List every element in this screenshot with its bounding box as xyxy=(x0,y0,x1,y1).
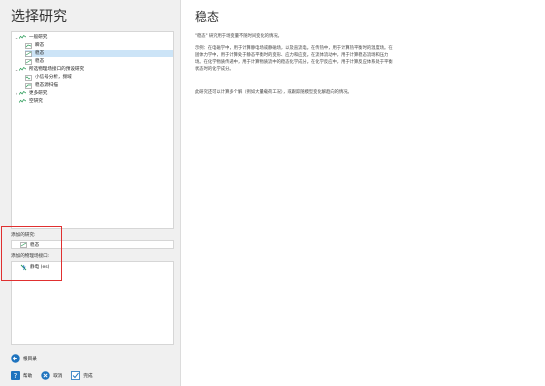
tree-node-label: 更多研究 xyxy=(29,91,48,96)
root-nav-label: 根目录 xyxy=(23,356,37,362)
description-paragraph-1: "稳态" 研究用于场变量不随时间变化的情况。 xyxy=(195,34,282,39)
tree-node-more-studies[interactable]: › 更多研究 xyxy=(14,90,173,97)
added-studies-label: 添加的研究: xyxy=(11,233,36,238)
done-button[interactable]: 完成 xyxy=(71,371,93,380)
done-label: 完成 xyxy=(83,373,93,379)
tree-node-label: 稳态 xyxy=(35,51,45,56)
tree-node-label: 小信号分析，频域 xyxy=(35,75,72,80)
study-group-icon xyxy=(19,67,26,72)
select-study-title: 选择研究 xyxy=(11,9,67,25)
stationary-icon xyxy=(25,58,32,65)
tree-node-time-dependent[interactable]: 瞬态 xyxy=(25,42,173,49)
study-group-icon xyxy=(19,91,26,96)
added-physics-label: 添加的物理场接口: xyxy=(11,254,50,259)
tree-node-label: 所选物理场接口的预设研究 xyxy=(29,67,85,72)
study-tree[interactable]: ⌄ 一般研究 瞬态 稳态 稳态 ⌄ 所选物理场接口的预设研究 小信号分析，频域 … xyxy=(11,31,174,229)
added-physics-item[interactable]: 静电 (es) xyxy=(20,264,49,270)
time-dependent-icon xyxy=(25,42,32,49)
electrostatics-icon xyxy=(20,264,27,270)
tree-node-preset-studies[interactable]: ⌄ 所选物理场接口的预设研究 xyxy=(14,66,173,73)
checkmark-icon xyxy=(71,371,81,380)
description-paragraph-2: 示例：在电磁学中，用于计算静电场或静磁场，以及直流电。在传热中，用于计算热平衡时… xyxy=(195,46,393,72)
source-sweep-icon xyxy=(25,82,32,89)
tree-node-label: 稳态 xyxy=(35,59,45,64)
frequency-domain-icon xyxy=(25,74,32,81)
study-group-icon xyxy=(19,99,26,104)
stationary-icon xyxy=(20,242,27,248)
study-group-icon xyxy=(19,35,26,40)
tree-node-stationary-2[interactable]: 稳态 xyxy=(25,58,173,65)
added-studies-list[interactable]: 稳态 xyxy=(11,240,174,249)
tree-node-general-studies[interactable]: ⌄ 一般研究 xyxy=(14,34,173,41)
study-selection-panel: 选择研究 ⌄ 一般研究 瞬态 稳态 稳态 ⌄ 所选物理场接口的预设研究 小信号分… xyxy=(0,0,181,386)
added-physics-label-text: 静电 (es) xyxy=(30,265,50,270)
svg-text:?: ? xyxy=(14,372,18,380)
study-title: 稳态 xyxy=(195,10,220,24)
added-physics-list[interactable]: 静电 (es) xyxy=(11,261,174,345)
tree-node-label: 空研究 xyxy=(29,99,43,104)
help-label: 帮助 xyxy=(23,373,33,379)
tree-node-small-signal[interactable]: 小信号分析，频域 xyxy=(25,74,173,81)
tree-node-stationary[interactable]: 稳态 xyxy=(25,50,173,57)
action-bar: ? 帮助 取消 完成 xyxy=(11,371,102,380)
added-study-item[interactable]: 稳态 xyxy=(20,242,39,248)
tree-node-label: 稳态源扫描 xyxy=(35,83,58,88)
study-description-panel: 稳态 "稳态" 研究用于场变量不随时间变化的情况。 示例：在电磁学中，用于计算静… xyxy=(182,0,545,386)
back-arrow-icon xyxy=(11,354,20,363)
tree-node-label: 一般研究 xyxy=(29,35,48,40)
root-nav-button[interactable]: 根目录 xyxy=(11,354,37,363)
help-icon: ? xyxy=(11,371,20,380)
cancel-label: 取消 xyxy=(53,373,63,379)
cancel-button[interactable]: 取消 xyxy=(41,371,62,380)
stationary-icon xyxy=(25,50,32,57)
added-study-label: 稳态 xyxy=(30,243,40,248)
cancel-icon xyxy=(41,371,50,380)
tree-node-label: 瞬态 xyxy=(35,43,45,48)
description-paragraph-3: 此研究还可以计算多个解（例如大量载荷工况），或跟踪随模型变化解趋向的情况。 xyxy=(195,90,352,95)
tree-node-source-sweep[interactable]: 稳态源扫描 xyxy=(25,82,173,89)
help-button[interactable]: ? 帮助 xyxy=(11,371,32,380)
tree-node-empty-study[interactable]: 空研究 xyxy=(14,98,173,105)
